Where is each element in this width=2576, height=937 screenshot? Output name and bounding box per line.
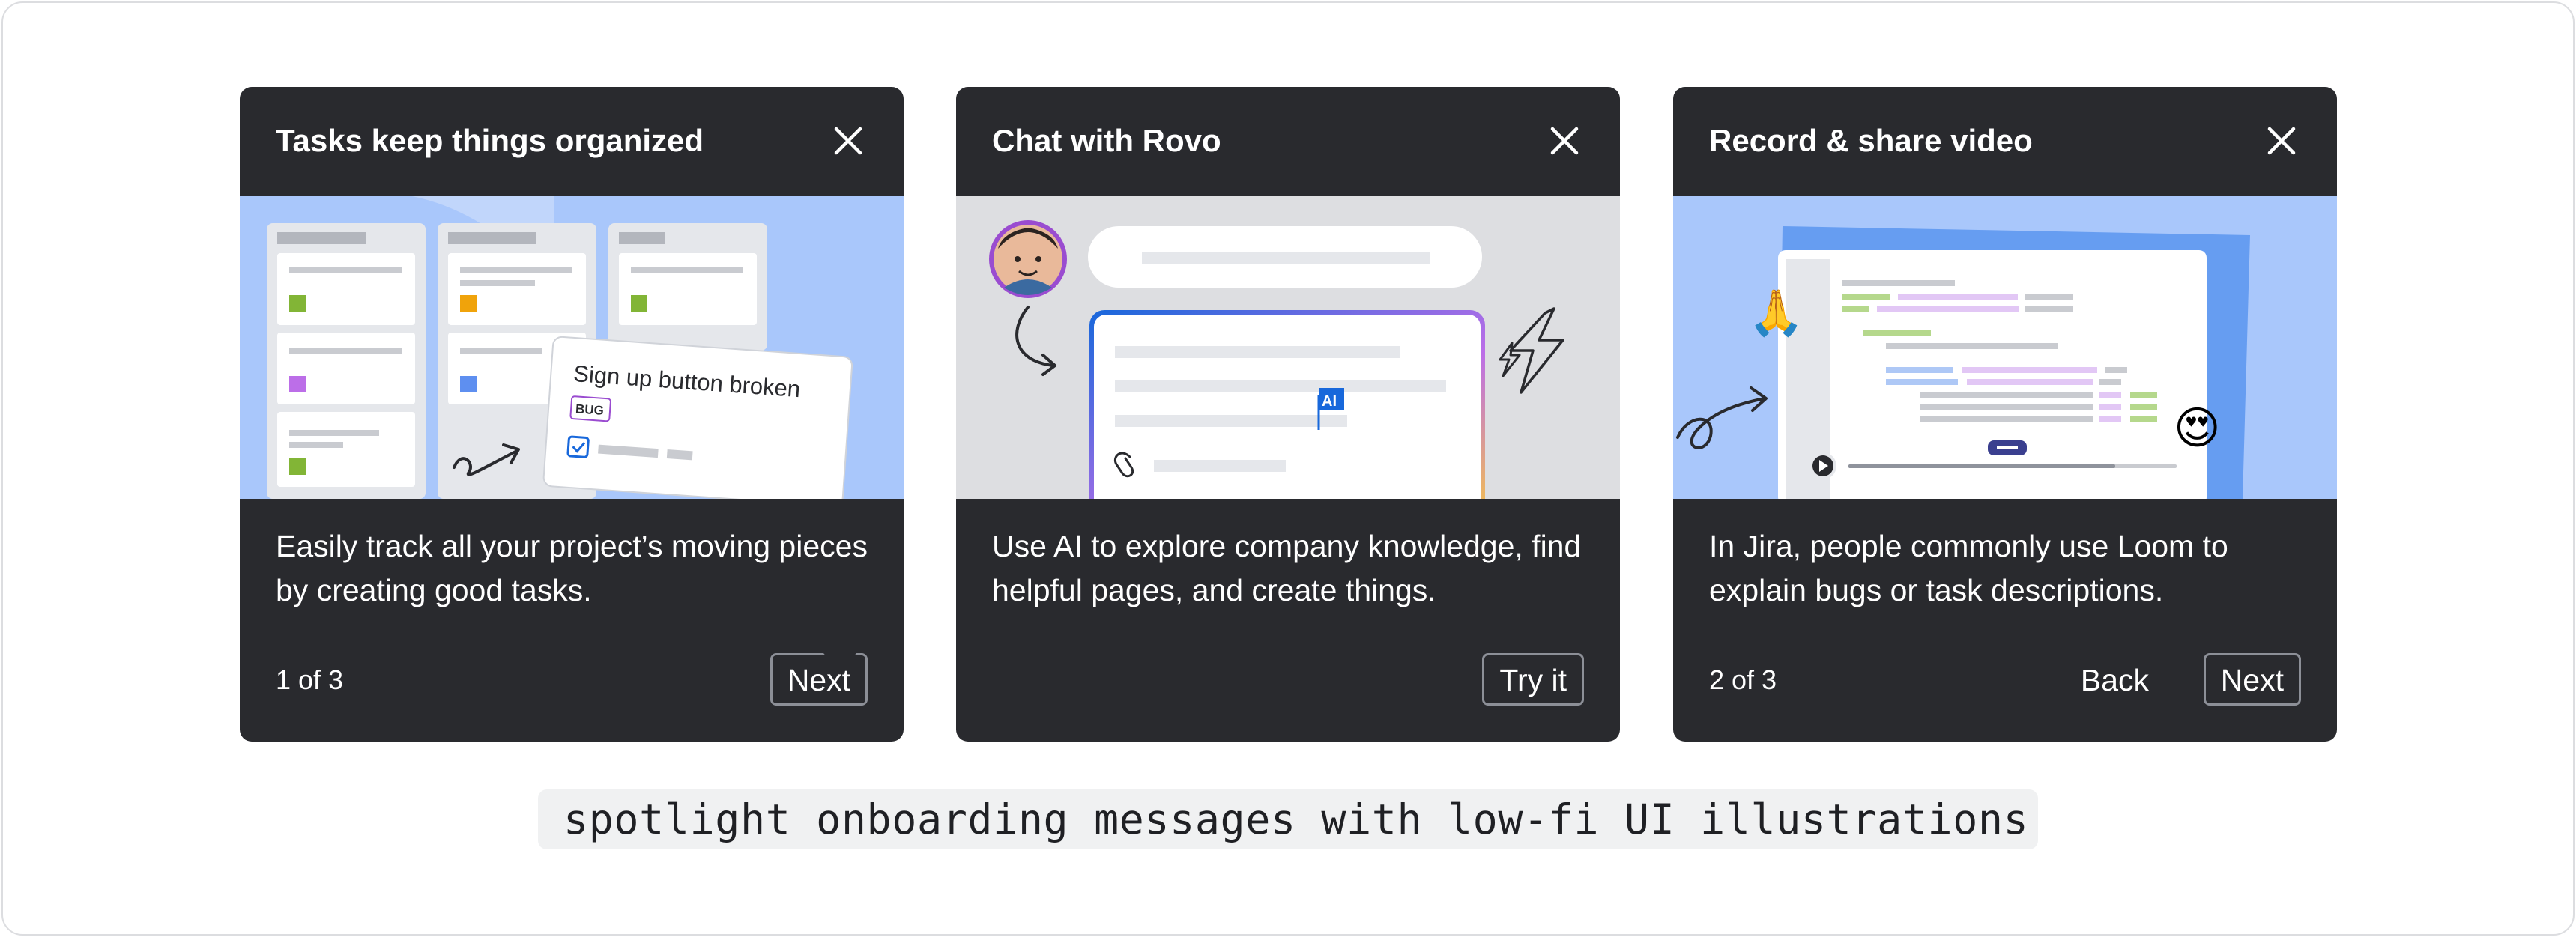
- caption-text: spotlight onboarding messages with low-f…: [563, 795, 2029, 843]
- card-title: Chat with Rovo: [992, 123, 1221, 158]
- card-footer: 1 of 3 Next: [276, 653, 868, 707]
- rovo-illustration: AI: [956, 196, 1620, 499]
- card-body-text: In Jira, people commonly use Loom to exp…: [1709, 529, 2228, 607]
- close-icon: [2267, 127, 2296, 155]
- pointer-arrow: [823, 653, 856, 673]
- card-header: Record & share video: [1673, 87, 2337, 196]
- video-illustration: 🙏 😍: [1673, 196, 2337, 499]
- tasks-illustration: Sign up button broken BUG: [240, 196, 904, 499]
- pointer-arrow: [1717, 653, 1750, 673]
- close-button[interactable]: [1542, 118, 1587, 163]
- step-counter: 1 of 3: [276, 664, 344, 695]
- card-title: Tasks keep things organized: [276, 123, 704, 158]
- caption-label: spotlight onboarding messages with low-f…: [538, 789, 2038, 849]
- love-emoji: 😍: [2174, 402, 2221, 455]
- avatar: [989, 220, 1067, 298]
- card-body-text: Easily track all your project’s moving p…: [276, 529, 868, 607]
- try-it-button[interactable]: Try it: [1482, 653, 1584, 706]
- close-button[interactable]: [2259, 118, 2304, 163]
- close-icon: [834, 127, 862, 155]
- ai-tag: AI: [1322, 393, 1337, 410]
- card-header: Tasks keep things organized: [240, 87, 904, 196]
- pointer-arrow: [1270, 653, 1303, 673]
- card-footer: 2 of 3 Back Next: [1709, 653, 2301, 707]
- next-button[interactable]: Next: [2203, 653, 2301, 706]
- back-button[interactable]: Back: [2063, 653, 2166, 706]
- card-body-text: Use AI to explore company knowledge, fin…: [992, 529, 1582, 607]
- card-title: Record & share video: [1709, 123, 2033, 158]
- spotlight-card-video: Record & share video 🙏 😍 In Jira, people…: [1673, 87, 2337, 742]
- spotlight-card-rovo: Chat with Rovo AI Use AI to explore comp…: [956, 87, 1620, 742]
- card-header: Chat with Rovo: [956, 87, 1620, 196]
- pray-emoji: 🙏: [1748, 287, 1804, 339]
- bug-badge: BUG: [575, 401, 604, 418]
- spotlight-card-tasks: Tasks keep things organized Sign up butt…: [240, 87, 904, 742]
- close-button[interactable]: [826, 118, 871, 163]
- close-icon: [1550, 127, 1579, 155]
